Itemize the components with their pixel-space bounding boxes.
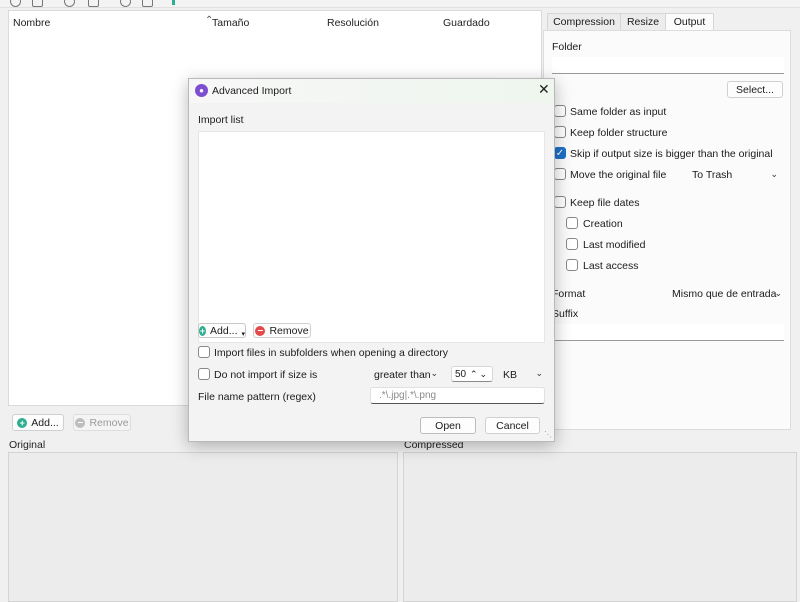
dialog-remove-button[interactable]: – Remove	[253, 323, 311, 338]
column-header-resolution[interactable]: Resolución	[327, 17, 379, 29]
cancel-button[interactable]: Cancel	[485, 417, 540, 434]
toolbar-settings-icon[interactable]	[120, 0, 131, 7]
import-list[interactable]	[198, 131, 545, 343]
folder-label: Folder	[552, 41, 582, 53]
last-modified-label: Last modified	[583, 239, 646, 251]
pattern-label: File name pattern (regex)	[198, 391, 316, 403]
keep-structure-checkbox[interactable]	[554, 126, 566, 138]
remove-files-label: Remove	[89, 416, 129, 429]
toolbar-compress-icon[interactable]	[172, 0, 175, 5]
remove-files-button[interactable]: – Remove	[73, 414, 131, 431]
add-icon: +	[17, 417, 28, 428]
dialog-add-label: Add...	[210, 324, 238, 337]
chevron-down-icon: ⌄	[774, 288, 782, 298]
checkmark-icon: ✓	[555, 148, 565, 159]
column-header-saved[interactable]: Guardado	[443, 17, 490, 29]
move-original-label: Move the original file	[570, 169, 667, 181]
size-value: 50	[455, 368, 467, 380]
import-list-label: Import list	[198, 114, 244, 126]
main-toolbar	[0, 0, 800, 8]
remove-icon: –	[255, 325, 266, 336]
output-folder-field[interactable]	[552, 57, 784, 74]
same-folder-label: Same folder as input	[570, 106, 667, 118]
dialog-title-bar[interactable]: ● Advanced Import ✕	[189, 79, 554, 103]
dropdown-arrow-icon: ▾	[241, 330, 245, 338]
add-files-label: Add...	[31, 416, 59, 429]
cancel-label: Cancel	[496, 419, 529, 432]
add-files-button[interactable]: + Add...	[12, 414, 64, 431]
same-folder-checkbox[interactable]	[554, 105, 566, 117]
skip-bigger-checkbox[interactable]: ✓	[554, 147, 566, 159]
output-settings-panel: Folder Select... Same folder as input Ke…	[543, 30, 791, 430]
dialog-title: Advanced Import	[212, 85, 292, 97]
app-icon: ●	[195, 84, 208, 97]
last-access-label: Last access	[583, 260, 639, 272]
size-unit-value: KB	[503, 369, 518, 381]
compressed-preview-pane[interactable]	[403, 452, 797, 602]
chevron-up-icon[interactable]: ⌃	[470, 369, 478, 380]
select-folder-button[interactable]: Select...	[727, 81, 783, 98]
tab-output[interactable]: Output	[665, 13, 714, 31]
keep-dates-checkbox[interactable]	[554, 196, 566, 208]
move-original-checkbox[interactable]	[554, 168, 566, 180]
toolbar-refresh-icon[interactable]	[64, 0, 75, 7]
add-icon: +	[199, 325, 207, 336]
advanced-import-dialog: ● Advanced Import ✕ Import list + Add...…	[188, 78, 555, 442]
size-comparator-value: greater than	[374, 369, 431, 381]
last-access-checkbox[interactable]	[566, 259, 578, 271]
skip-bigger-label: Skip if output size is bigger than the o…	[570, 148, 773, 160]
last-modified-checkbox[interactable]	[566, 238, 578, 250]
dialog-remove-label: Remove	[269, 324, 309, 337]
select-folder-label: Select...	[736, 83, 774, 96]
tab-resize-label: Resize	[626, 16, 660, 28]
open-label: Open	[435, 419, 461, 432]
size-comparator-select[interactable]: greater than ⌄	[372, 366, 438, 382]
tab-resize[interactable]: Resize	[620, 13, 666, 31]
toolbar-add-icon[interactable]	[10, 0, 21, 7]
tab-output-label: Output	[673, 16, 706, 28]
format-label: Format	[552, 288, 586, 300]
size-filter-label: Do not import if size is	[214, 369, 318, 381]
move-original-select[interactable]: To Trash ⌄	[690, 167, 784, 182]
keep-structure-label: Keep folder structure	[570, 127, 668, 139]
column-header-name[interactable]: Nombre	[13, 17, 50, 29]
keep-dates-label: Keep file dates	[570, 197, 640, 209]
open-button[interactable]: Open	[420, 417, 476, 434]
column-header-size[interactable]: Tamaño	[212, 17, 249, 29]
chevron-down-icon: ⌄	[770, 169, 778, 179]
format-select[interactable]: Mismo que de entrada ⌄	[672, 286, 784, 301]
remove-icon: –	[75, 417, 86, 428]
move-original-option: To Trash	[692, 169, 733, 181]
format-value: Mismo que de entrada	[672, 288, 777, 300]
dialog-add-button[interactable]: + Add... ▾	[198, 323, 246, 338]
original-preview-pane[interactable]	[8, 452, 398, 602]
suffix-field[interactable]	[552, 324, 784, 341]
pattern-input[interactable]: .*\.jpg|.*\.png	[370, 387, 545, 404]
size-value-spinbox[interactable]: 50 ⌃ ⌄	[451, 366, 493, 382]
resize-grip-icon[interactable]: ⋱	[544, 430, 552, 439]
toolbar-clear-icon[interactable]	[88, 0, 99, 7]
toolbar-folder-icon[interactable]	[32, 0, 43, 7]
size-unit-select[interactable]: KB ⌄	[499, 366, 545, 382]
toolbar-list-icon[interactable]	[142, 0, 153, 7]
tab-compression[interactable]: Compression	[547, 13, 621, 31]
creation-label: Creation	[583, 218, 623, 230]
chevron-down-icon[interactable]: ⌄	[480, 369, 488, 380]
chevron-down-icon: ⌄	[535, 368, 543, 378]
pattern-placeholder: .*\.jpg|.*\.png	[379, 390, 437, 401]
tab-compression-label: Compression	[553, 16, 615, 28]
creation-checkbox[interactable]	[566, 217, 578, 229]
chevron-down-icon: ⌄	[430, 368, 438, 378]
original-pane-label: Original	[9, 439, 46, 451]
subfolders-checkbox[interactable]	[198, 346, 210, 358]
subfolders-label: Import files in subfolders when opening …	[214, 347, 449, 359]
suffix-label: Suffix	[552, 308, 579, 320]
close-icon[interactable]: ✕	[538, 81, 550, 98]
size-filter-checkbox[interactable]	[198, 368, 210, 380]
